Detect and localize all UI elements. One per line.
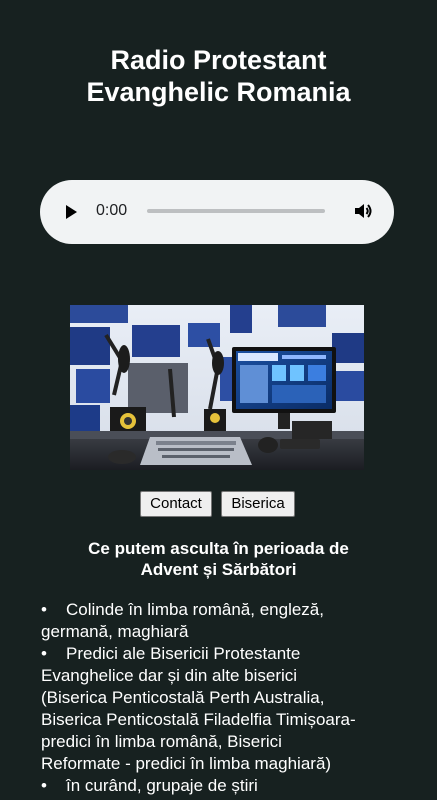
page-title-line-1: Radio Protestant [110, 45, 327, 75]
progress-bar[interactable] [147, 209, 325, 213]
bullet-icon: • [41, 600, 47, 619]
play-icon[interactable] [62, 203, 80, 221]
list-item: • în curând, grupaje de știri [41, 775, 431, 797]
list-item-text: Evanghelice dar și din alte biserici [41, 666, 298, 685]
bullet-icon: • [41, 644, 47, 663]
list-item-text: Colinde în limba română, engleză, [66, 600, 324, 619]
section-heading-line-2: Advent și Sărbători [140, 560, 297, 579]
page-title: Radio Protestant Evanghelic Romania [0, 44, 437, 108]
list-item-text: Biserica Penticostală Filadelfia Timișoa… [41, 710, 356, 729]
studio-photo [70, 305, 364, 470]
list-item-text: în curând, grupaje de știri [66, 776, 258, 795]
biserica-button[interactable]: Biserica [221, 491, 295, 517]
section-heading: Ce putem asculta în perioada de Advent ș… [0, 538, 437, 580]
list-item-text: germană, maghiară [41, 622, 189, 641]
list-item-text: (Biserica Penticostală Perth Australia, [41, 688, 325, 707]
bullet-icon: • [41, 776, 47, 795]
list-item-text: Reformate - predici în limba maghiară) [41, 754, 332, 773]
contact-button[interactable]: Contact [140, 491, 212, 517]
page-title-line-2: Evanghelic Romania [86, 77, 351, 107]
list-item-text: Predici ale Bisericii Protestante [66, 644, 301, 663]
current-time: 0:00 [96, 202, 128, 219]
list-item: • Colinde în limba română, engleză, germa… [41, 599, 431, 643]
list-item-text: predici în limba română, Biserici [41, 732, 282, 751]
volume-icon[interactable] [352, 200, 374, 222]
list-item: • Predici ale Bisericii Protestante Evang… [41, 643, 431, 775]
section-heading-line-1: Ce putem asculta în perioada de [88, 539, 349, 558]
feature-list: • Colinde în limba română, engleză, germa… [41, 599, 431, 797]
